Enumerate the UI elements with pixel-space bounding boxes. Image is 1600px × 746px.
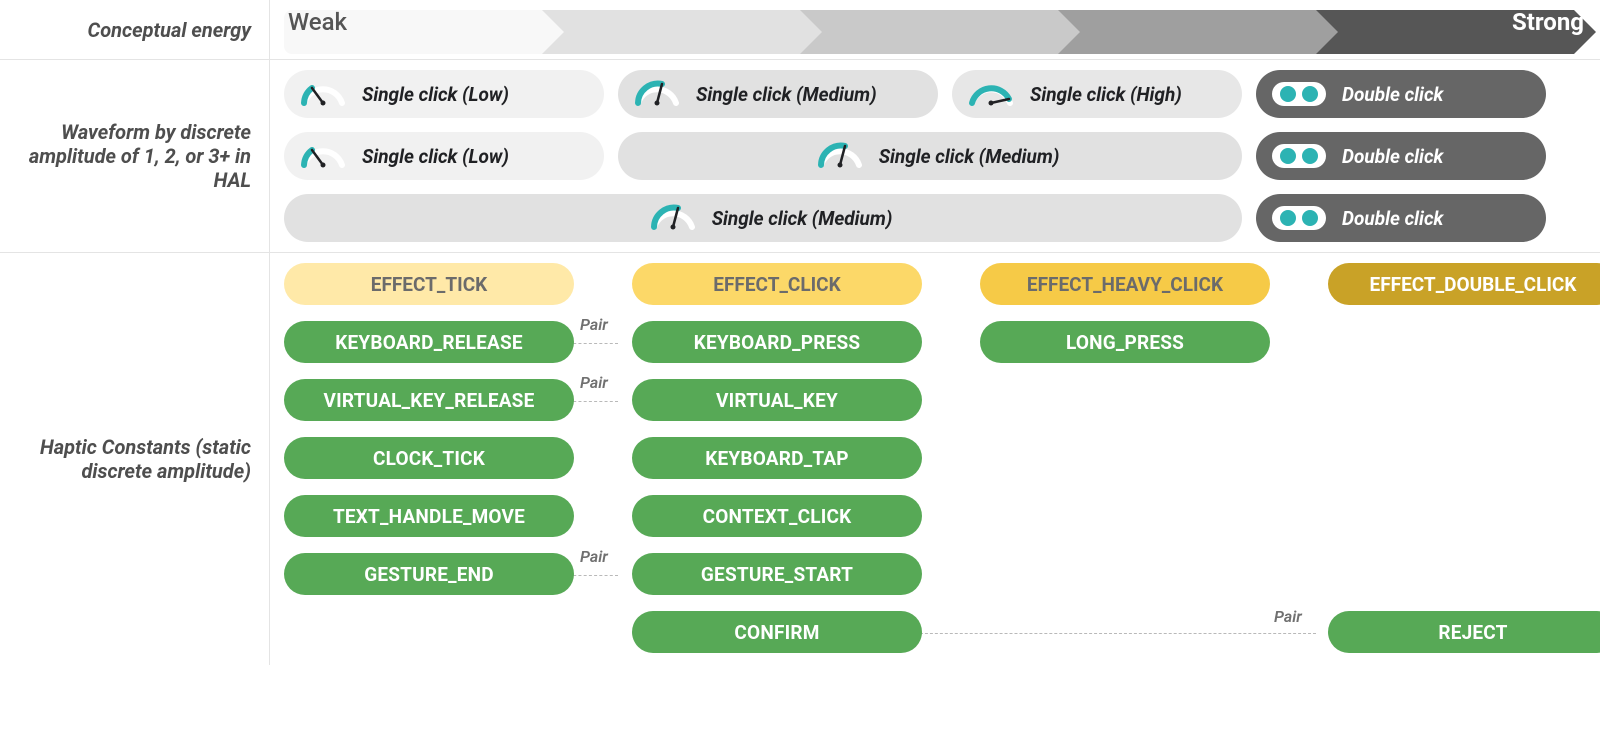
double-click-icon [1272,144,1326,169]
energy-spectrum: Weak Strong [270,0,1600,60]
pair-label: Pair [576,373,612,392]
label-text: Haptic Constants (static discrete amplit… [8,435,251,483]
const-keyboard-release: KEYBOARD_RELEASE [284,321,574,363]
effect-double-click: EFFECT_DOUBLE_CLICK [1328,263,1600,305]
waveform-pill-label: Single click (Low) [362,145,509,168]
const-clock-tick: CLOCK_TICK [284,437,574,479]
gauge-icon [300,139,346,174]
waveform-pill-single-high: Single click (High) [952,70,1242,118]
waveform-pill-label: Single click (Medium) [879,145,1060,168]
double-click-icon [1272,206,1326,231]
const-virtual-key: VIRTUAL_KEY [632,379,922,421]
const-long-press: LONG_PRESS [980,321,1270,363]
waveform-pill-single-medium: Single click (Medium) [618,132,1242,180]
waveform-pill-label: Single click (High) [1030,83,1182,106]
const-gesture-end: GESTURE_END [284,553,574,595]
waveform-pill-label: Single click (Medium) [696,83,877,106]
waveform-pill-single-medium: Single click (Medium) [284,194,1242,242]
pair-label: Pair [576,547,612,566]
row-label-waveform: Waveform by discrete amplitude of 1, 2, … [0,60,270,253]
waveform-rows: Single click (Low) Single click (Medium)… [270,60,1600,253]
waveform-pill-label: Double click [1342,83,1443,106]
waveform-pill-label: Single click (Medium) [712,207,893,230]
constants-grid-wrap: Pair Pair Pair Pair EFFECT_TICK EFFECT_C… [270,253,1600,665]
effect-click: EFFECT_CLICK [632,263,922,305]
spectrum-weak-label: Weak [288,0,347,44]
const-virtual-key-release: VIRTUAL_KEY_RELEASE [284,379,574,421]
const-gesture-start: GESTURE_START [632,553,922,595]
spectrum-segment [800,10,1058,54]
const-text-handle-move: TEXT_HANDLE_MOVE [284,495,574,537]
label-text: Conceptual energy [88,18,251,42]
spectrum-segment [542,10,800,54]
gauge-icon [968,77,1014,112]
waveform-pill-label: Double click [1342,145,1443,168]
effect-heavy-click: EFFECT_HEAVY_CLICK [980,263,1270,305]
waveform-pill-double: Double click [1256,70,1546,118]
gauge-icon [300,77,346,112]
gauge-icon [634,77,680,112]
const-confirm: CONFIRM [632,611,922,653]
row-label-energy: Conceptual energy [0,0,270,60]
waveform-pill-double: Double click [1256,132,1546,180]
gauge-icon [650,201,696,236]
const-context-click: CONTEXT_CLICK [632,495,922,537]
effect-tick: EFFECT_TICK [284,263,574,305]
const-keyboard-press: KEYBOARD_PRESS [632,321,922,363]
gauge-icon [817,139,863,174]
waveform-pill-single-medium: Single click (Medium) [618,70,938,118]
waveform-pill-double: Double click [1256,194,1546,242]
double-click-icon [1272,82,1326,107]
label-text: Waveform by discrete amplitude of 1, 2, … [8,120,251,192]
waveform-pill-label: Single click (Low) [362,83,509,106]
waveform-pill-single-low: Single click (Low) [284,132,604,180]
waveform-pill-single-low: Single click (Low) [284,70,604,118]
spectrum-segment [1058,10,1316,54]
pair-label: Pair [576,315,612,334]
waveform-pill-label: Double click [1342,207,1443,230]
const-reject: REJECT [1328,611,1600,653]
spectrum-strong-label: Strong [1512,0,1584,44]
row-label-constants: Haptic Constants (static discrete amplit… [0,253,270,665]
pair-label: Pair [1270,607,1306,626]
const-keyboard-tap: KEYBOARD_TAP [632,437,922,479]
